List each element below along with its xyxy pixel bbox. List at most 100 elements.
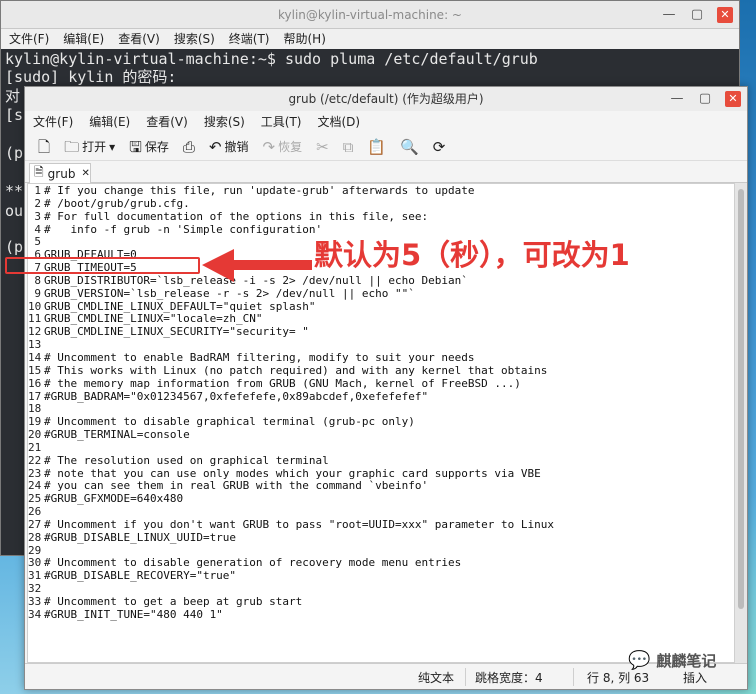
- scissors-icon: ✂: [316, 137, 329, 156]
- undo-icon: ↶: [208, 137, 222, 156]
- menu-help[interactable]: 帮助(H): [284, 29, 326, 49]
- line-number: 33: [28, 595, 42, 608]
- chevron-down-icon[interactable]: ▾: [109, 140, 115, 154]
- watermark: 💬 麒麟笔记: [628, 650, 716, 671]
- maximize-icon[interactable]: ▢: [697, 91, 713, 107]
- code-line: 21: [28, 441, 734, 455]
- code-line: 8 GRUB_DISTRIBUTOR=`lsb_release -i -s 2> …: [28, 273, 734, 288]
- terminal-line: (p: [5, 238, 24, 256]
- code-line: 2 # /boot/grub/grub.cfg.: [28, 196, 734, 211]
- wechat-icon: 💬: [628, 650, 651, 671]
- line-text: #GRUB_BADRAM="0x01234567,0xfefefefe,0x89…: [44, 389, 429, 403]
- copy-button[interactable]: ⧉: [338, 135, 359, 159]
- line-text: # /boot/grub/grub.cfg.: [44, 196, 190, 210]
- printer-icon: ⎙: [182, 137, 195, 156]
- line-text: # info -f grub -n 'Simple configuration': [44, 222, 323, 236]
- cursor-position: 行 8, 列 63: [587, 671, 650, 685]
- line-text: #GRUB_GFXMODE=640x480: [44, 492, 184, 506]
- line-text: # For full documentation of the options …: [44, 209, 429, 223]
- menu-documents[interactable]: 文档(D): [318, 111, 361, 133]
- replace-button[interactable]: ⟳: [428, 135, 451, 159]
- tab-grub[interactable]: 🗎 grub ✕: [29, 163, 91, 183]
- copy-icon: ⧉: [342, 137, 354, 156]
- minimize-icon[interactable]: —: [661, 7, 677, 23]
- save-icon: 🖫: [129, 137, 142, 156]
- redo-button[interactable]: ↷ 恢复: [258, 135, 308, 159]
- code-line: 3 # For full documentation of the options…: [28, 209, 734, 224]
- terminal-line: 对: [5, 87, 21, 105]
- open-label: 打开: [82, 140, 107, 154]
- line-number: 16: [28, 376, 42, 390]
- line-number: 2: [34, 196, 41, 210]
- open-button[interactable]: 🗀 打开 ▾: [59, 135, 120, 159]
- menu-file[interactable]: 文件(F): [9, 29, 49, 49]
- status-separator: [573, 668, 574, 686]
- terminal-line: (p: [5, 144, 24, 162]
- line-number: 15: [28, 363, 42, 377]
- line-text: # The resolution used on graphical termi…: [44, 453, 329, 467]
- insert-mode: 插入: [683, 671, 708, 685]
- cut-button[interactable]: ✂: [311, 135, 334, 159]
- line-number: 1: [34, 184, 41, 197]
- editor-title: grub (/etc/default) (作为超级用户): [288, 92, 484, 106]
- pluma-editor-window[interactable]: grub (/etc/default) (作为超级用户) — ▢ ✕ 文件(F)…: [24, 86, 748, 690]
- terminal-line: **: [5, 182, 24, 200]
- line-number: 9: [34, 286, 41, 300]
- terminal-line: [s: [5, 106, 24, 124]
- line-number: 8: [34, 273, 41, 287]
- close-tab-icon[interactable]: ✕: [81, 168, 89, 179]
- search-button[interactable]: 🔍: [395, 135, 424, 159]
- menu-search[interactable]: 搜索(S): [204, 111, 245, 133]
- close-icon[interactable]: ✕: [725, 91, 741, 107]
- maximize-icon[interactable]: ▢: [689, 7, 705, 23]
- editor-titlebar[interactable]: grub (/etc/default) (作为超级用户) — ▢ ✕: [25, 87, 747, 111]
- code-line: 14 # Uncomment to enable BadRAM filtering…: [28, 351, 734, 365]
- minimize-icon[interactable]: —: [669, 91, 685, 107]
- vertical-scrollbar[interactable]: [735, 183, 747, 663]
- menu-terminal[interactable]: 终端(T): [229, 29, 270, 49]
- paste-button[interactable]: 📋: [362, 135, 391, 159]
- line-text: #GRUB_TERMINAL=console: [44, 428, 190, 442]
- redo-label: 恢复: [278, 140, 303, 154]
- menu-file[interactable]: 文件(F): [33, 111, 73, 133]
- code-line: 28 #GRUB_DISABLE_LINUX_UUID=true: [28, 530, 734, 545]
- code-line: 26: [28, 505, 734, 519]
- menu-edit[interactable]: 编辑(E): [89, 111, 130, 133]
- save-button[interactable]: 🖫 保存: [124, 135, 174, 159]
- line-number: 28: [28, 530, 42, 544]
- syntax-mode-dropdown[interactable]: 纯文本: [418, 669, 454, 686]
- scrollbar-thumb[interactable]: [738, 189, 744, 609]
- line-text: # This works with Linux (no patch requir…: [44, 363, 548, 377]
- menu-search[interactable]: 搜索(S): [174, 29, 215, 49]
- new-file-icon: 🗋: [38, 137, 51, 156]
- search-icon: 🔍: [400, 137, 419, 156]
- code-line: 27 # Uncomment if you don't want GRUB to …: [28, 517, 734, 532]
- code-line: 22 # The resolution used on graphical ter…: [28, 453, 734, 468]
- new-file-button[interactable]: 🗋: [33, 135, 55, 159]
- close-icon[interactable]: ✕: [717, 7, 733, 23]
- editor-toolbar: 🗋 🗀 打开 ▾ 🖫 保存 ⎙ ↶ 撤销 ↷ 恢复 ✂ ⧉ 📋 🔍 ⟳: [25, 133, 747, 161]
- line-number: 22: [28, 453, 42, 467]
- line-number: 20: [28, 428, 42, 442]
- line-text: # the memory map information from GRUB (…: [44, 376, 521, 390]
- code-line: 16 # the memory map information from GRUB…: [28, 376, 734, 391]
- line-text: # Uncomment to get a beep at grub start: [44, 595, 303, 608]
- line-number: 26: [28, 505, 42, 519]
- terminal-line: ou: [5, 202, 24, 220]
- line-text: GRUB_CMDLINE_LINUX_SECURITY="security= ": [44, 325, 309, 339]
- menu-view[interactable]: 查看(V): [146, 111, 188, 133]
- status-separator: [465, 668, 466, 686]
- print-button[interactable]: ⎙: [178, 135, 200, 159]
- code-line: 17 #GRUB_BADRAM="0x01234567,0xfefefefe,0x…: [28, 389, 734, 404]
- line-text: #GRUB_DISABLE_RECOVERY="true": [44, 569, 237, 583]
- menu-tools[interactable]: 工具(T): [261, 111, 302, 133]
- menu-edit[interactable]: 编辑(E): [63, 29, 104, 49]
- code-line: 33 # Uncomment to get a beep at grub star…: [28, 595, 734, 609]
- undo-button[interactable]: ↶ 撤销: [204, 135, 254, 159]
- terminal-titlebar[interactable]: kylin@kylin-virtual-machine: ~ — ▢ ✕: [1, 1, 739, 29]
- menu-view[interactable]: 查看(V): [118, 29, 160, 49]
- line-number: 27: [28, 517, 42, 531]
- tab-width-dropdown[interactable]: 跳格宽度：4: [475, 669, 543, 686]
- watermark-text: 麒麟笔记: [656, 652, 717, 670]
- replace-icon: ⟳: [432, 137, 446, 156]
